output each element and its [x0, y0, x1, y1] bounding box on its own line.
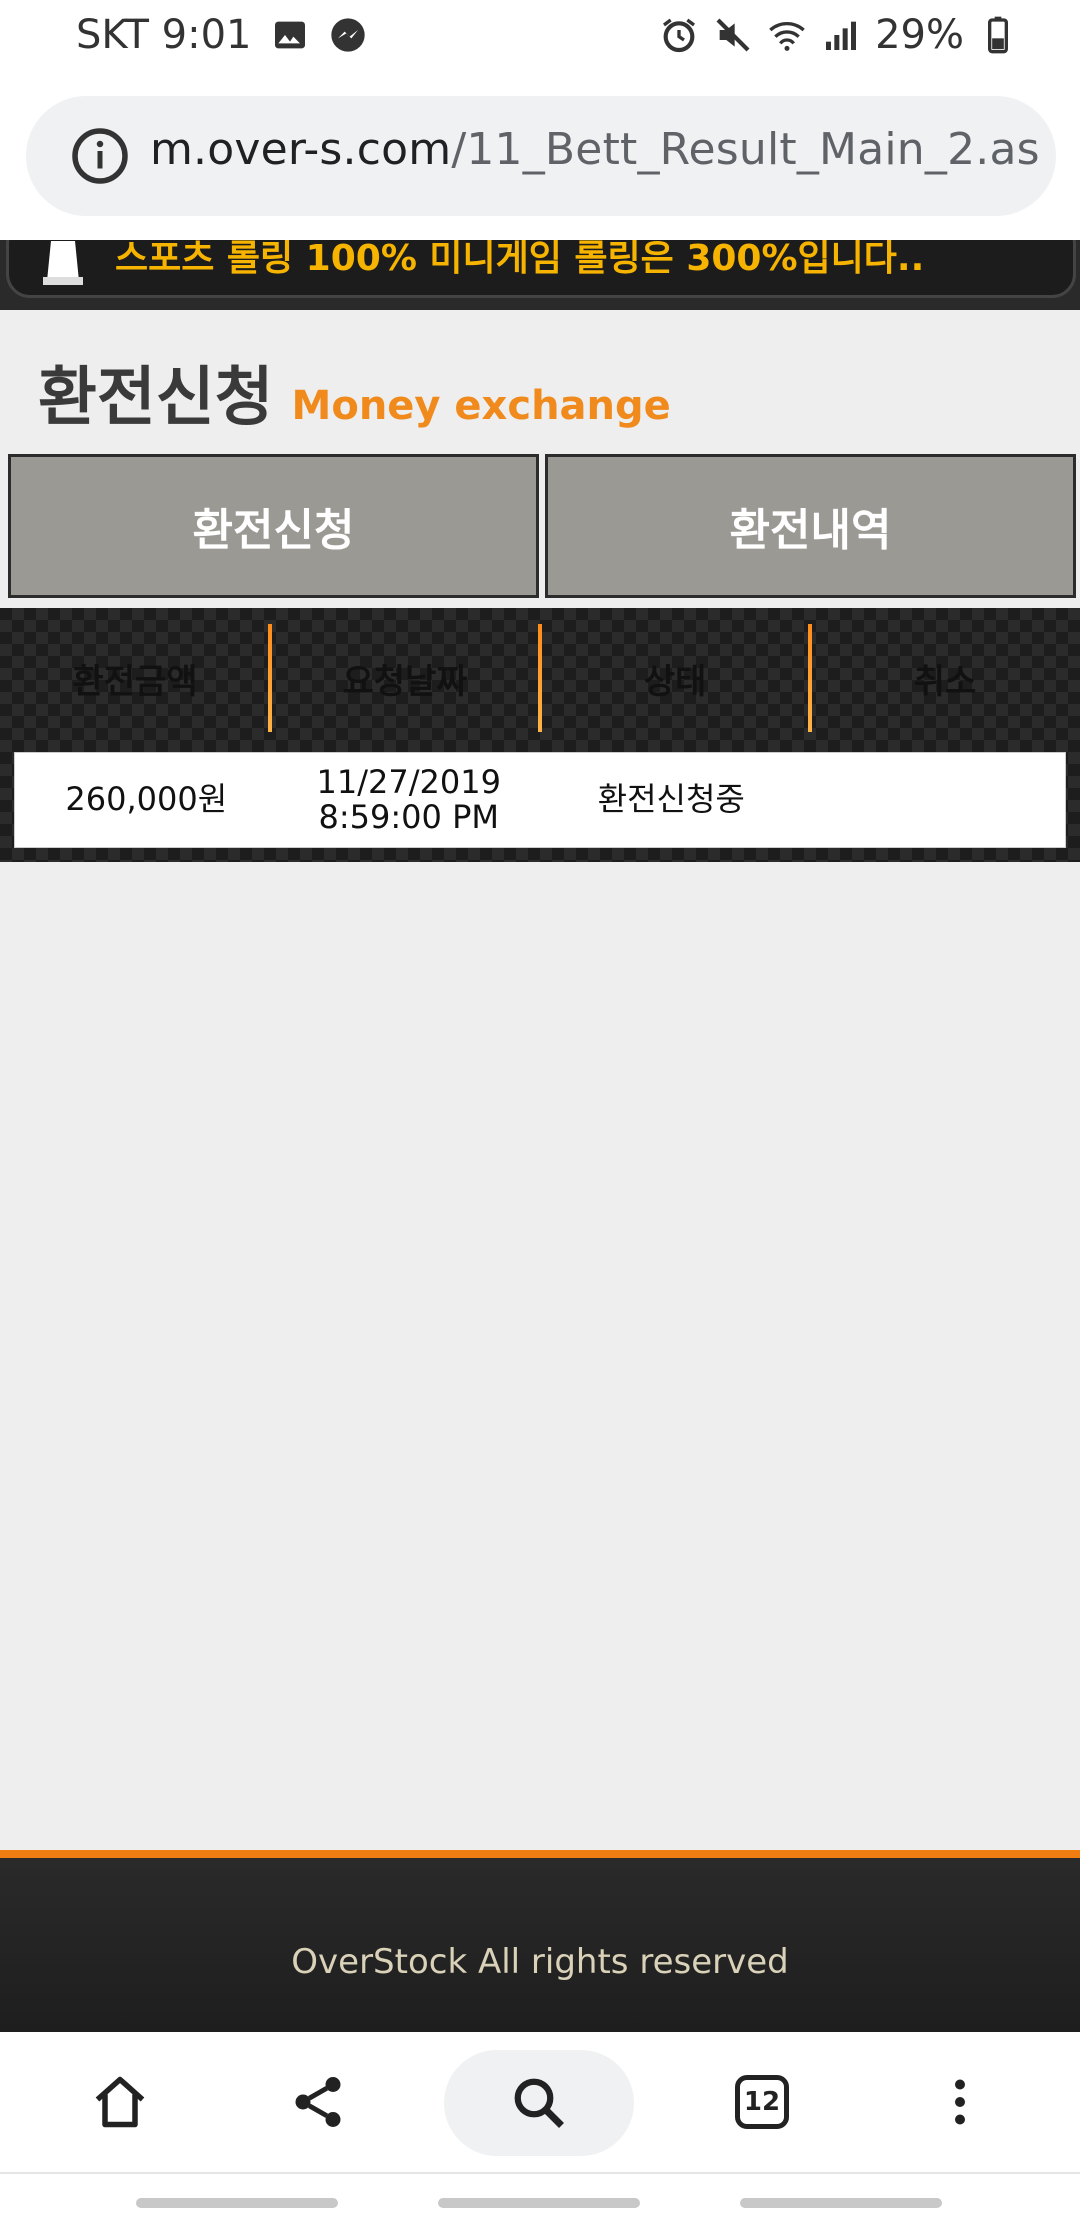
cell-time: 8:59:00 PM	[318, 798, 499, 836]
header-cancel: 취소	[913, 661, 977, 702]
messenger-icon	[330, 18, 365, 52]
cell-status: 환전신청중	[597, 780, 745, 819]
notice-text: 스포츠 롤링 100% 미니게임 롤링은 300%입니다..	[115, 240, 925, 279]
share-icon	[295, 2077, 341, 2127]
battery-percent: 29%	[875, 12, 964, 58]
signal-icon	[826, 21, 857, 50]
header-status: 상태	[540, 620, 812, 736]
table-row: 260,000원 11/27/2019 8:59:00 PM 환전신청중	[14, 752, 1066, 848]
footer-copyright: OverStock All rights reserved	[291, 1942, 789, 1982]
status-bar: SKT 9:01 29%	[0, 0, 1080, 78]
table-header: 환전금액 요청날짜 상태 취소	[0, 620, 1080, 736]
home-icon	[95, 2076, 145, 2128]
main-content: 환전신청 Money exchange 환전신청 환전내역 환전금액 요청날짜 …	[0, 310, 1080, 1850]
browser-toolbar: 12	[0, 2032, 1080, 2172]
header-request-date: 요청날짜	[270, 620, 542, 736]
browser-address-area: m.over-s.com/11_Bett_Result_Main_2.as	[0, 78, 1080, 240]
tabs-button[interactable]: 12	[712, 2052, 812, 2152]
share-button[interactable]	[268, 2052, 368, 2152]
gesture-handle-left[interactable]	[136, 2198, 338, 2208]
cell-request-date: 11/27/2019 8:59:00 PM	[278, 753, 541, 847]
url-text[interactable]: m.over-s.com/11_Bett_Result_Main_2.as	[150, 124, 1040, 175]
cell-amount: 260,000원	[65, 780, 228, 819]
tab-count-icon: 12	[735, 2075, 789, 2129]
more-vertical-icon	[955, 2079, 965, 2125]
url-domain: m.over-s.com	[150, 124, 452, 175]
gesture-handle-center[interactable]	[438, 2198, 640, 2208]
tab-exchange-history[interactable]: 환전내역	[545, 454, 1076, 598]
notice-banner: 스포츠 롤링 100% 미니게임 롤링은 300%입니다..	[0, 240, 1080, 310]
header-amount: 환전금액	[0, 620, 272, 736]
gallery-icon	[274, 21, 305, 49]
alarm-icon	[663, 18, 696, 53]
site-footer: OverStock All rights reserved	[0, 1850, 1080, 2032]
notice-frame: 스포츠 롤링 100% 미니게임 롤링은 300%입니다..	[6, 240, 1076, 298]
search-button[interactable]	[444, 2050, 634, 2156]
gesture-handle-right[interactable]	[740, 2198, 942, 2208]
cell-cancel[interactable]	[803, 753, 1066, 847]
carrier-time: SKT 9:01	[76, 12, 252, 58]
cell-date: 11/27/2019	[316, 762, 501, 801]
wifi-icon	[769, 22, 805, 51]
page-title-english: Money exchange	[291, 383, 671, 429]
battery-icon	[988, 16, 1008, 54]
page-title: 환전신청 Money exchange	[38, 346, 671, 438]
url-path: /11_Bett_Result_Main_2.as	[451, 124, 1040, 175]
tab-exchange-request[interactable]: 환전신청	[8, 454, 539, 598]
speaker-icon	[43, 241, 83, 285]
home-button[interactable]	[70, 2052, 170, 2152]
mute-icon	[716, 18, 750, 52]
info-icon[interactable]	[70, 126, 130, 186]
exchange-list-panel: 환전금액 요청날짜 상태 취소 260,000원 11/27/2019 8:59…	[0, 608, 1080, 862]
address-bar[interactable]: m.over-s.com/11_Bett_Result_Main_2.as	[26, 96, 1056, 216]
search-icon	[514, 2078, 564, 2128]
tab-row: 환전신청 환전내역	[8, 454, 1076, 598]
gesture-bar	[0, 2172, 1080, 2220]
menu-button[interactable]	[910, 2052, 1010, 2152]
page-title-korean: 환전신청	[38, 361, 274, 435]
